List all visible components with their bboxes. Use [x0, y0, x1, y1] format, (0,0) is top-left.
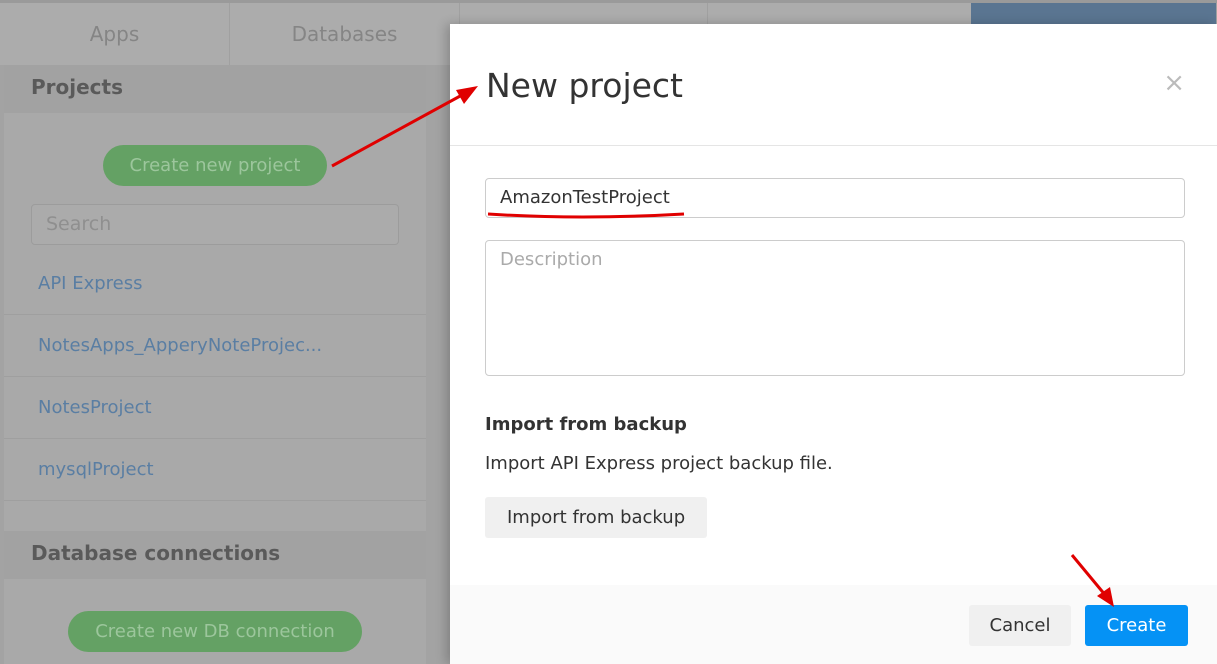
close-icon[interactable]: × — [1163, 68, 1185, 98]
description-textarea[interactable]: Description — [485, 240, 1185, 376]
import-description: Import API Express project backup file. — [485, 453, 833, 474]
import-heading: Import from backup — [485, 414, 687, 435]
cancel-button[interactable]: Cancel — [969, 605, 1071, 646]
search-input[interactable]: Search — [31, 204, 399, 245]
modal-footer: Cancel Create — [450, 585, 1217, 664]
project-item[interactable]: NotesApps_ApperyNoteProjec... — [4, 315, 426, 377]
db-connections-heading: Database connections — [4, 531, 426, 579]
create-db-connection-button[interactable]: Create new DB connection — [68, 611, 362, 652]
tab-apps[interactable]: Apps — [0, 3, 230, 65]
sidebar: Projects Create new project Search API E… — [4, 65, 426, 664]
create-button[interactable]: Create — [1085, 605, 1188, 646]
modal-title: New project — [486, 66, 684, 105]
create-project-button[interactable]: Create new project — [102, 145, 328, 186]
import-backup-button[interactable]: Import from backup — [485, 497, 708, 538]
project-item[interactable]: API Express — [4, 253, 426, 315]
project-name-input[interactable]: AmazonTestProject — [485, 178, 1185, 218]
new-project-modal: New project × AmazonTestProject Descript… — [450, 24, 1217, 664]
tab-databases[interactable]: Databases — [230, 3, 460, 65]
project-item[interactable]: NotesProject — [4, 377, 426, 439]
projects-heading: Projects — [4, 65, 426, 113]
project-item[interactable]: mysqlProject — [4, 439, 426, 501]
